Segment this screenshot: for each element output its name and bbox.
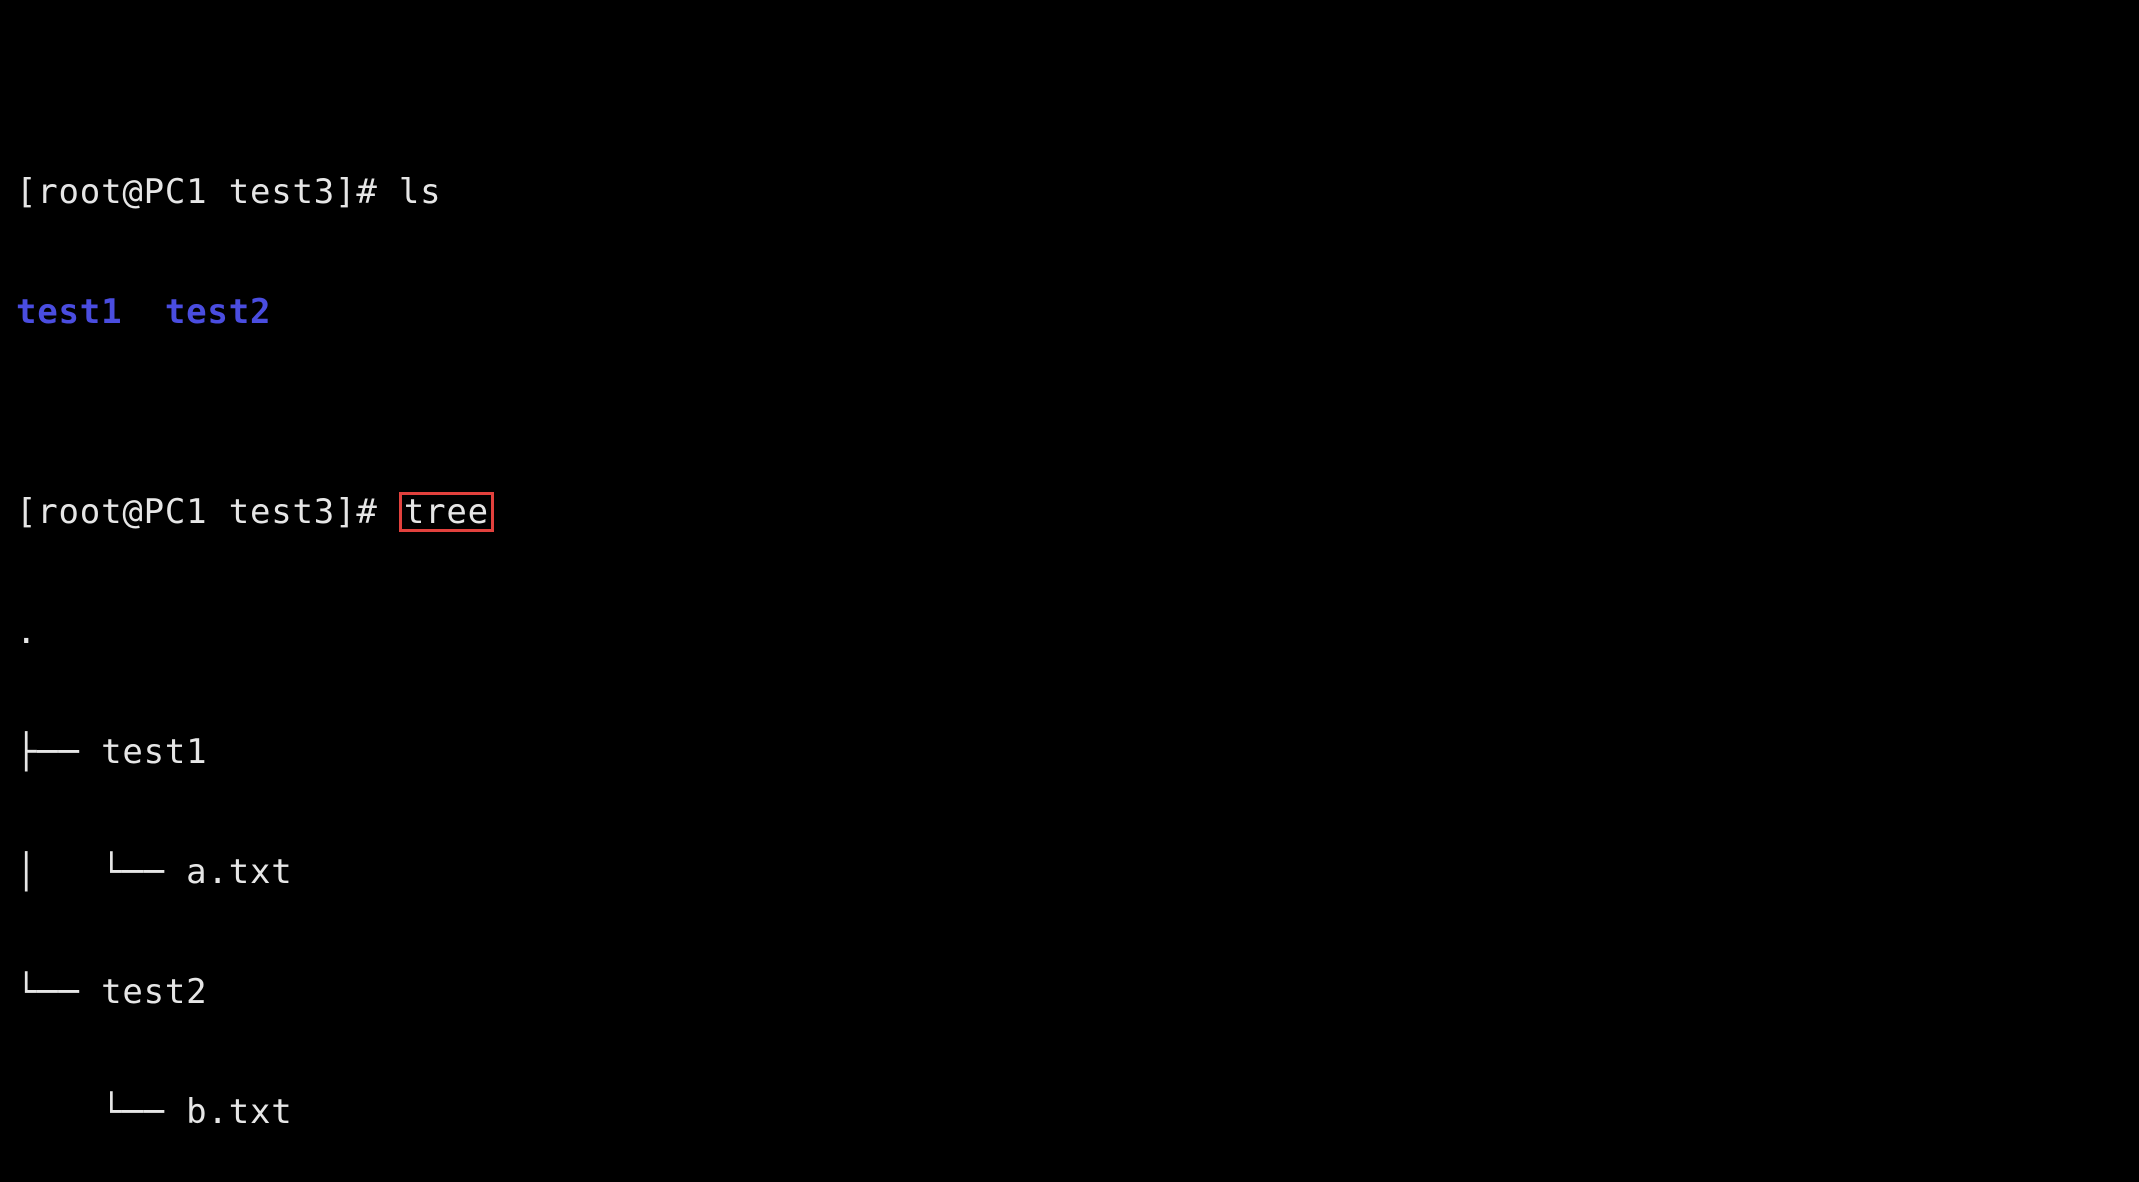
cmd-tree: tree <box>404 492 489 532</box>
tree-output-line: ├── test1 <box>16 732 2123 772</box>
terminal[interactable]: [root@PC1 test3]# ls test1 test2 [root@P… <box>0 0 2139 1182</box>
prompt-line-ls: [root@PC1 test3]# ls <box>16 172 2123 212</box>
tree-output-line: └── test2 <box>16 972 2123 1012</box>
highlight-box-tree: tree <box>399 492 494 532</box>
prompt: [root@PC1 test3]# <box>16 492 399 532</box>
cmd-ls: ls <box>399 172 442 212</box>
prompt-line-tree: [root@PC1 test3]# tree <box>16 492 2123 532</box>
ls-dirs: test1 test2 <box>16 292 271 332</box>
ls-output: test1 test2 <box>16 292 2123 332</box>
tree-output-line: └── b.txt <box>16 1092 2123 1132</box>
tree-output-root: . <box>16 612 2123 652</box>
tree-output-line: │ └── a.txt <box>16 852 2123 892</box>
prompt: [root@PC1 test3]# <box>16 172 399 212</box>
